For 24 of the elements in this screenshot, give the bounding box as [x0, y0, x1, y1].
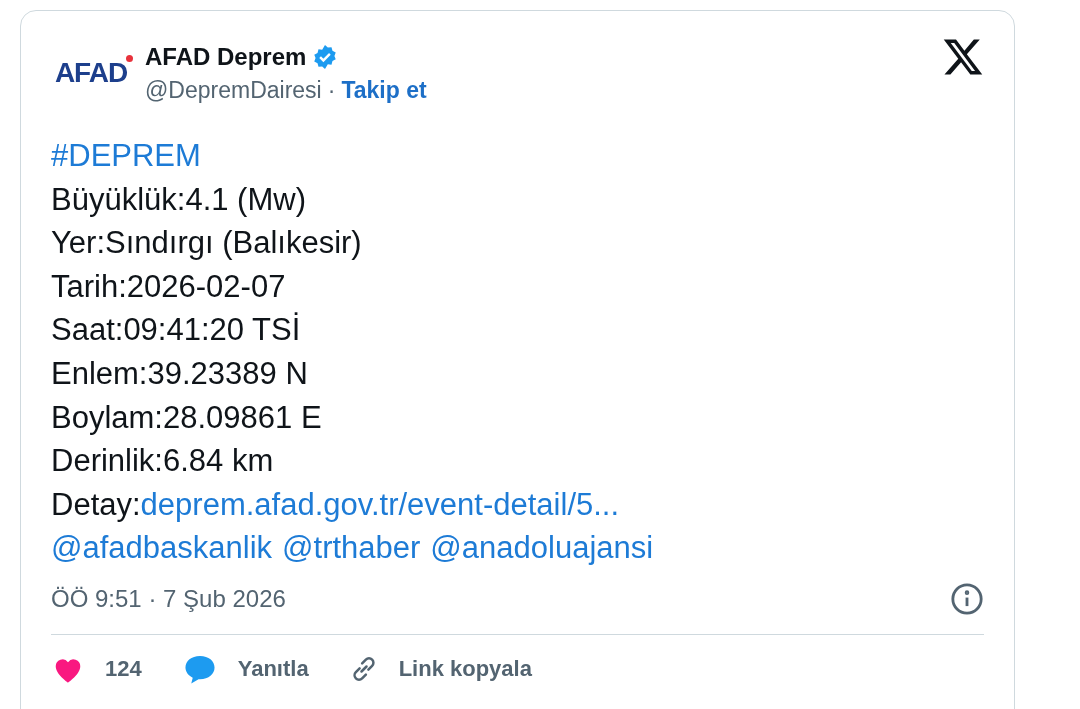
separator-dot: · [327, 77, 336, 104]
follow-link[interactable]: Takip et [341, 77, 427, 104]
tweet-text: Yer:Sındırgı (Balıkesir) [51, 224, 362, 263]
tweet-text: Derinlik:6.84 km [51, 442, 274, 481]
tweet-text: Tarih:2026-02-07 [51, 267, 286, 306]
account-name[interactable]: AFAD Deprem [145, 43, 307, 71]
tweet-link[interactable]: @anadoluajansi [430, 526, 654, 570]
x-logo-icon[interactable] [942, 37, 984, 77]
copy-button[interactable]: Link kopyala [348, 653, 532, 684]
tweet-link[interactable]: @trthaber [282, 526, 421, 570]
account-handle: @DepremDairesi [145, 77, 322, 104]
tweet-text: Enlem:39.23389 N [51, 354, 308, 393]
timestamp[interactable]: ÖÖ 9:51 · 7 Şub 2026 [51, 584, 286, 613]
tweet-text: Detay: [51, 485, 141, 524]
tweet-text: Saat:09:41:20 TSİ [51, 311, 301, 350]
info-icon[interactable] [950, 581, 984, 616]
reply-button[interactable]: Yanıtla [181, 652, 309, 685]
tweet-text: Büyüklük:4.1 (Mw) [51, 180, 306, 219]
tweet-link[interactable]: #DEPREM [51, 134, 201, 178]
tweet-link[interactable]: deprem.afad.gov.tr/event-detail/5... [140, 482, 620, 527]
like-button[interactable]: 124 [51, 653, 142, 684]
afad-logo: AFAD [51, 45, 131, 101]
tweet-link[interactable]: @afadbaskanlik [51, 526, 273, 570]
tweet-text: Boylam:28.09861 E [51, 398, 322, 437]
